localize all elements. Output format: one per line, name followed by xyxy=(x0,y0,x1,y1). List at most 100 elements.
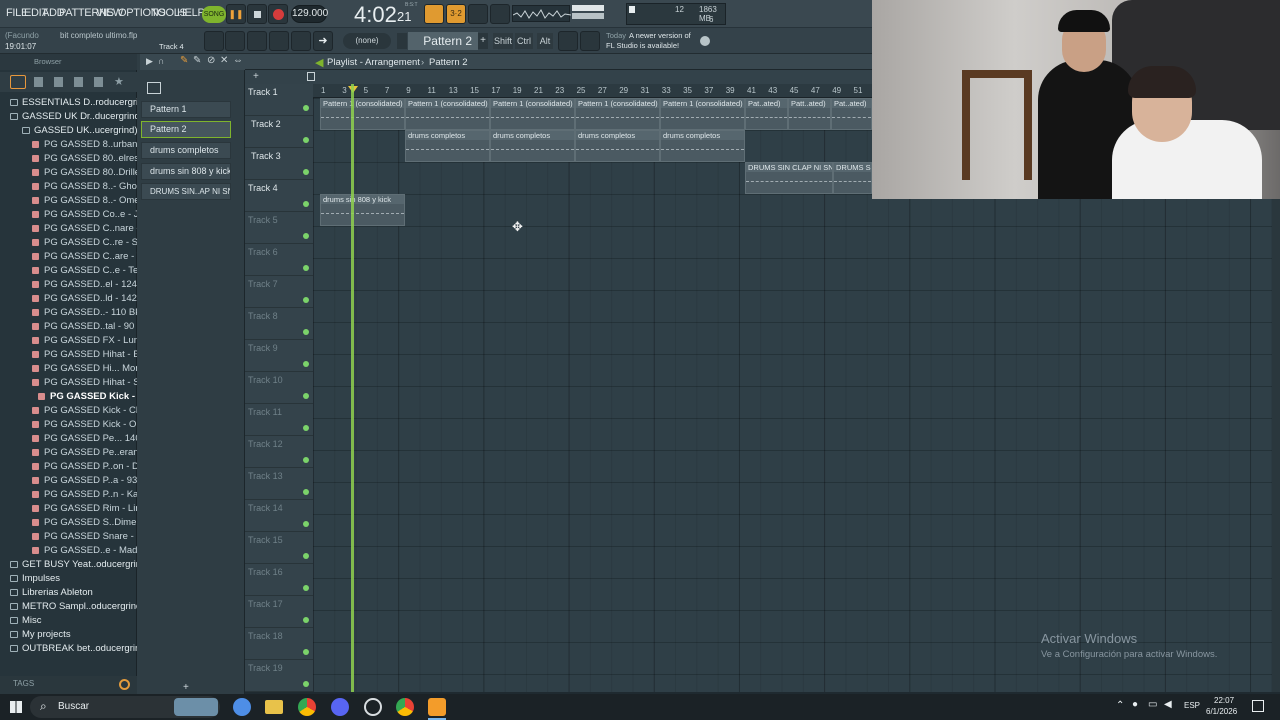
stop-button[interactable] xyxy=(247,4,267,24)
copilot-icon[interactable] xyxy=(233,698,251,716)
playlist-clip[interactable]: drums sin 808 y kick xyxy=(320,194,405,226)
news-line-1[interactable]: A newer version of xyxy=(629,31,691,40)
track-mute-led[interactable] xyxy=(303,329,309,335)
paint-tool-icon[interactable]: ✎ xyxy=(193,55,201,66)
discord-icon[interactable] xyxy=(331,698,349,716)
track-header[interactable]: Track 15 xyxy=(245,532,313,564)
track-header[interactable]: Track 13 xyxy=(245,468,313,500)
browser-item[interactable]: Impulses xyxy=(0,572,137,586)
track-header[interactable]: Track 1 xyxy=(245,84,313,116)
browser-item[interactable]: ESSENTIALS D..roducergrind) xyxy=(0,96,137,110)
browser-item[interactable]: PG GASSED C..re - Stormz xyxy=(0,236,137,250)
plugin-picker-icon[interactable] xyxy=(291,31,311,51)
browser-item[interactable]: PG GASSED Co..e - Jericho xyxy=(0,208,137,222)
picker-mode-icon[interactable] xyxy=(147,82,161,94)
alt-key[interactable]: Alt xyxy=(537,33,553,49)
browser-item[interactable]: PG GASSED FX - Lunar - C xyxy=(0,334,137,348)
track-mute-led[interactable] xyxy=(303,585,309,591)
mixer-icon[interactable] xyxy=(269,31,289,51)
browser-item[interactable]: PG GASSED Pe..erang - G xyxy=(0,446,137,460)
playlist-clip[interactable]: Pattern 1 (consolidated) xyxy=(405,98,490,130)
arrow-right-icon[interactable]: ➜ xyxy=(313,31,333,51)
track-name[interactable]: Track 14 xyxy=(248,503,283,513)
playlist-clip[interactable]: DRUMS SIN xyxy=(833,162,872,194)
playlist-clip[interactable]: drums completos xyxy=(490,130,575,162)
notifications-icon[interactable] xyxy=(1252,700,1264,712)
track-name[interactable]: Track 4 xyxy=(248,183,278,193)
browser-item[interactable]: METRO Sampl..oducergrind) xyxy=(0,600,137,614)
track-header[interactable]: Track 11 xyxy=(245,404,313,436)
playlist-window-icon[interactable]: ◀ xyxy=(315,56,323,69)
record-button[interactable] xyxy=(268,4,288,24)
track-header[interactable]: Track 17 xyxy=(245,596,313,628)
playlist-clip[interactable]: drums completos xyxy=(405,130,490,162)
playlist-clip[interactable]: Pattern 1 (consolidated) xyxy=(575,98,660,130)
track-name[interactable]: Track 16 xyxy=(248,567,283,577)
track-name[interactable]: Track 1 xyxy=(248,87,278,97)
browser-cloud-icon[interactable] xyxy=(94,77,103,87)
tray-chevron-icon[interactable]: ⌃ xyxy=(1116,700,1124,711)
track-header[interactable]: Track 2 xyxy=(245,116,313,148)
track-header[interactable]: Track 9 xyxy=(245,340,313,372)
clock-time[interactable]: 22:07 xyxy=(1214,696,1234,705)
track-name[interactable]: Track 13 xyxy=(248,471,283,481)
track-name[interactable]: Track 2 xyxy=(251,119,281,129)
track-mute-led[interactable] xyxy=(303,457,309,463)
track-name[interactable]: Track 8 xyxy=(248,311,278,321)
browser-all-icon[interactable] xyxy=(10,75,26,89)
track-mute-led[interactable] xyxy=(303,649,309,655)
browser-file-icon[interactable] xyxy=(34,77,43,87)
playhead[interactable] xyxy=(351,84,354,692)
track-name[interactable]: Track 5 xyxy=(248,215,278,225)
microphone-icon[interactable]: ● xyxy=(1132,699,1138,710)
pattern-selector[interactable]: Pattern 2 xyxy=(408,32,478,50)
track-mute-led[interactable] xyxy=(303,617,309,623)
mute-tool-icon[interactable]: ✕ xyxy=(220,55,228,66)
network-icon[interactable]: ▭ xyxy=(1148,699,1157,710)
browser-item[interactable]: PG GASSED Rim - Limbo xyxy=(0,502,137,516)
track-mute-led[interactable] xyxy=(303,521,309,527)
browser-star-icon[interactable]: ★ xyxy=(114,75,124,88)
track-header[interactable]: Track 5 xyxy=(245,212,313,244)
pattern-item-4[interactable]: drums sin 808 y kick xyxy=(141,163,231,180)
track-header[interactable]: Track 14 xyxy=(245,500,313,532)
master-pitch-bar[interactable] xyxy=(572,13,604,19)
browser-item[interactable]: PG GASSED..ld - 142 BPM xyxy=(0,292,137,306)
browser-item[interactable]: PG GASSED Hi... Monolith xyxy=(0,362,137,376)
playlist-clip[interactable]: drums completos xyxy=(575,130,660,162)
taskbar-search-box[interactable]: ⌕ Buscar xyxy=(30,696,220,718)
browser-item[interactable]: PG GASSED Kick - Onyx xyxy=(0,418,137,432)
play-icon[interactable]: ▶ xyxy=(146,56,153,67)
volume-icon[interactable]: ◀ xyxy=(1164,699,1172,710)
browser-item[interactable]: PG GASSED C..e - Tempest xyxy=(0,264,137,278)
playlist-clip[interactable]: Pattern 1 (consolidated) xyxy=(320,98,405,130)
playlist-icon[interactable] xyxy=(204,31,224,51)
file-explorer-icon[interactable] xyxy=(265,700,283,714)
playlist-clip[interactable]: DRUMS SIN CLAP NI SNARE xyxy=(745,162,833,194)
master-volume-bar[interactable] xyxy=(572,5,604,11)
track-header[interactable]: Track 12 xyxy=(245,436,313,468)
browser-item[interactable]: Librerias Ableton xyxy=(0,586,137,600)
fl-studio-icon[interactable] xyxy=(428,698,446,716)
browser-item[interactable]: PG GASSED..el - 124 BPM xyxy=(0,278,137,292)
track-mute-led[interactable] xyxy=(303,393,309,399)
track-header[interactable]: Track 6 xyxy=(245,244,313,276)
browser-item[interactable]: PG GASSED P..a - 93 BPM xyxy=(0,474,137,488)
track-mute-led[interactable] xyxy=(303,489,309,495)
magnet-icon[interactable]: ∩ xyxy=(158,56,164,66)
browser-item[interactable]: PG GASSED 80..Driller - C xyxy=(0,166,137,180)
track-name[interactable]: Track 7 xyxy=(248,279,278,289)
song-mode-toggle[interactable]: SONG xyxy=(202,6,226,23)
browser-item[interactable]: GASSED UK Dr..ducergrind) xyxy=(0,110,137,124)
blend-notes-icon[interactable] xyxy=(468,4,488,24)
browser-item[interactable]: GASSED UK..ucergrind) xyxy=(0,124,137,138)
track-header[interactable]: Track 7 xyxy=(245,276,313,308)
browser-item[interactable]: PG GASSED Pe... 140 BPM xyxy=(0,432,137,446)
language-indicator[interactable]: ESP xyxy=(1184,701,1200,710)
chrome-profile-icon[interactable] xyxy=(396,698,414,716)
channel-rack-icon[interactable] xyxy=(247,31,267,51)
metronome-icon[interactable] xyxy=(490,4,510,24)
browser-item[interactable]: OUTBREAK bet..oducergrind) xyxy=(0,642,137,656)
draw-tool-icon[interactable]: ✎ xyxy=(180,55,188,66)
track-mute-led[interactable] xyxy=(303,681,309,687)
